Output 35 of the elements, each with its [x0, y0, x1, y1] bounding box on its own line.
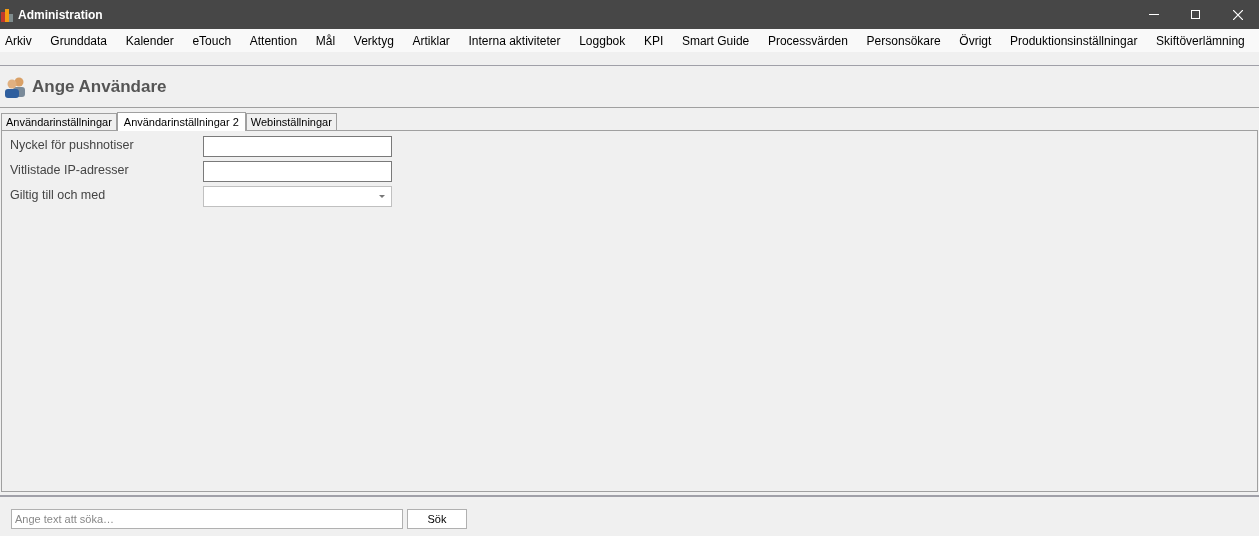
- menu-item[interactable]: Interna aktiviteter: [464, 31, 565, 50]
- maximize-icon: [1191, 9, 1201, 20]
- minimize-icon: [1149, 13, 1159, 16]
- menu-item[interactable]: Attention: [245, 31, 302, 50]
- menu-item[interactable]: Personsökare: [862, 31, 945, 50]
- field-label: Giltig till och med: [10, 187, 107, 204]
- menu-item[interactable]: KPI: [639, 31, 668, 50]
- tab[interactable]: Webinställningar: [245, 113, 337, 130]
- tab[interactable]: Användarinställningar: [1, 113, 117, 130]
- menu-item[interactable]: eTouch: [188, 31, 236, 50]
- menu-item[interactable]: Skiftöverlämning: [1152, 31, 1249, 50]
- users-icon: [4, 76, 28, 98]
- search-button[interactable]: Sök: [407, 509, 467, 529]
- menu-item[interactable]: Mål: [311, 31, 340, 50]
- search-field[interactable]: Ange text att söka…: [11, 509, 403, 529]
- menu-item[interactable]: Arkiv: [1, 31, 36, 50]
- field-label: Vitlistade IP-adresser: [10, 162, 130, 179]
- text-field[interactable]: [203, 161, 392, 182]
- menu-item[interactable]: Loggbok: [575, 31, 630, 50]
- menu-item[interactable]: Kalender: [121, 31, 178, 50]
- tab[interactable]: Användarinställningar 2: [116, 112, 246, 131]
- caret-icon: [379, 195, 385, 198]
- menu-item[interactable]: Övrigt: [955, 31, 996, 50]
- app-icon: [1, 7, 13, 22]
- window-title: Administration: [18, 6, 103, 24]
- menu-item[interactable]: Processvärden: [763, 31, 852, 50]
- menu-item[interactable]: Grunddata: [46, 31, 112, 50]
- field-label: Nyckel för pushnotiser: [10, 137, 135, 154]
- menu-item[interactable]: Verktyg: [349, 31, 398, 50]
- page-title: Ange Användare: [32, 76, 167, 99]
- menu-item[interactable]: Produktionsinställningar: [1006, 31, 1142, 50]
- menu-item[interactable]: Smart Guide: [677, 31, 754, 50]
- close-icon: [1233, 9, 1243, 20]
- menu-item[interactable]: Artiklar: [408, 31, 454, 50]
- text-field[interactable]: [203, 136, 392, 157]
